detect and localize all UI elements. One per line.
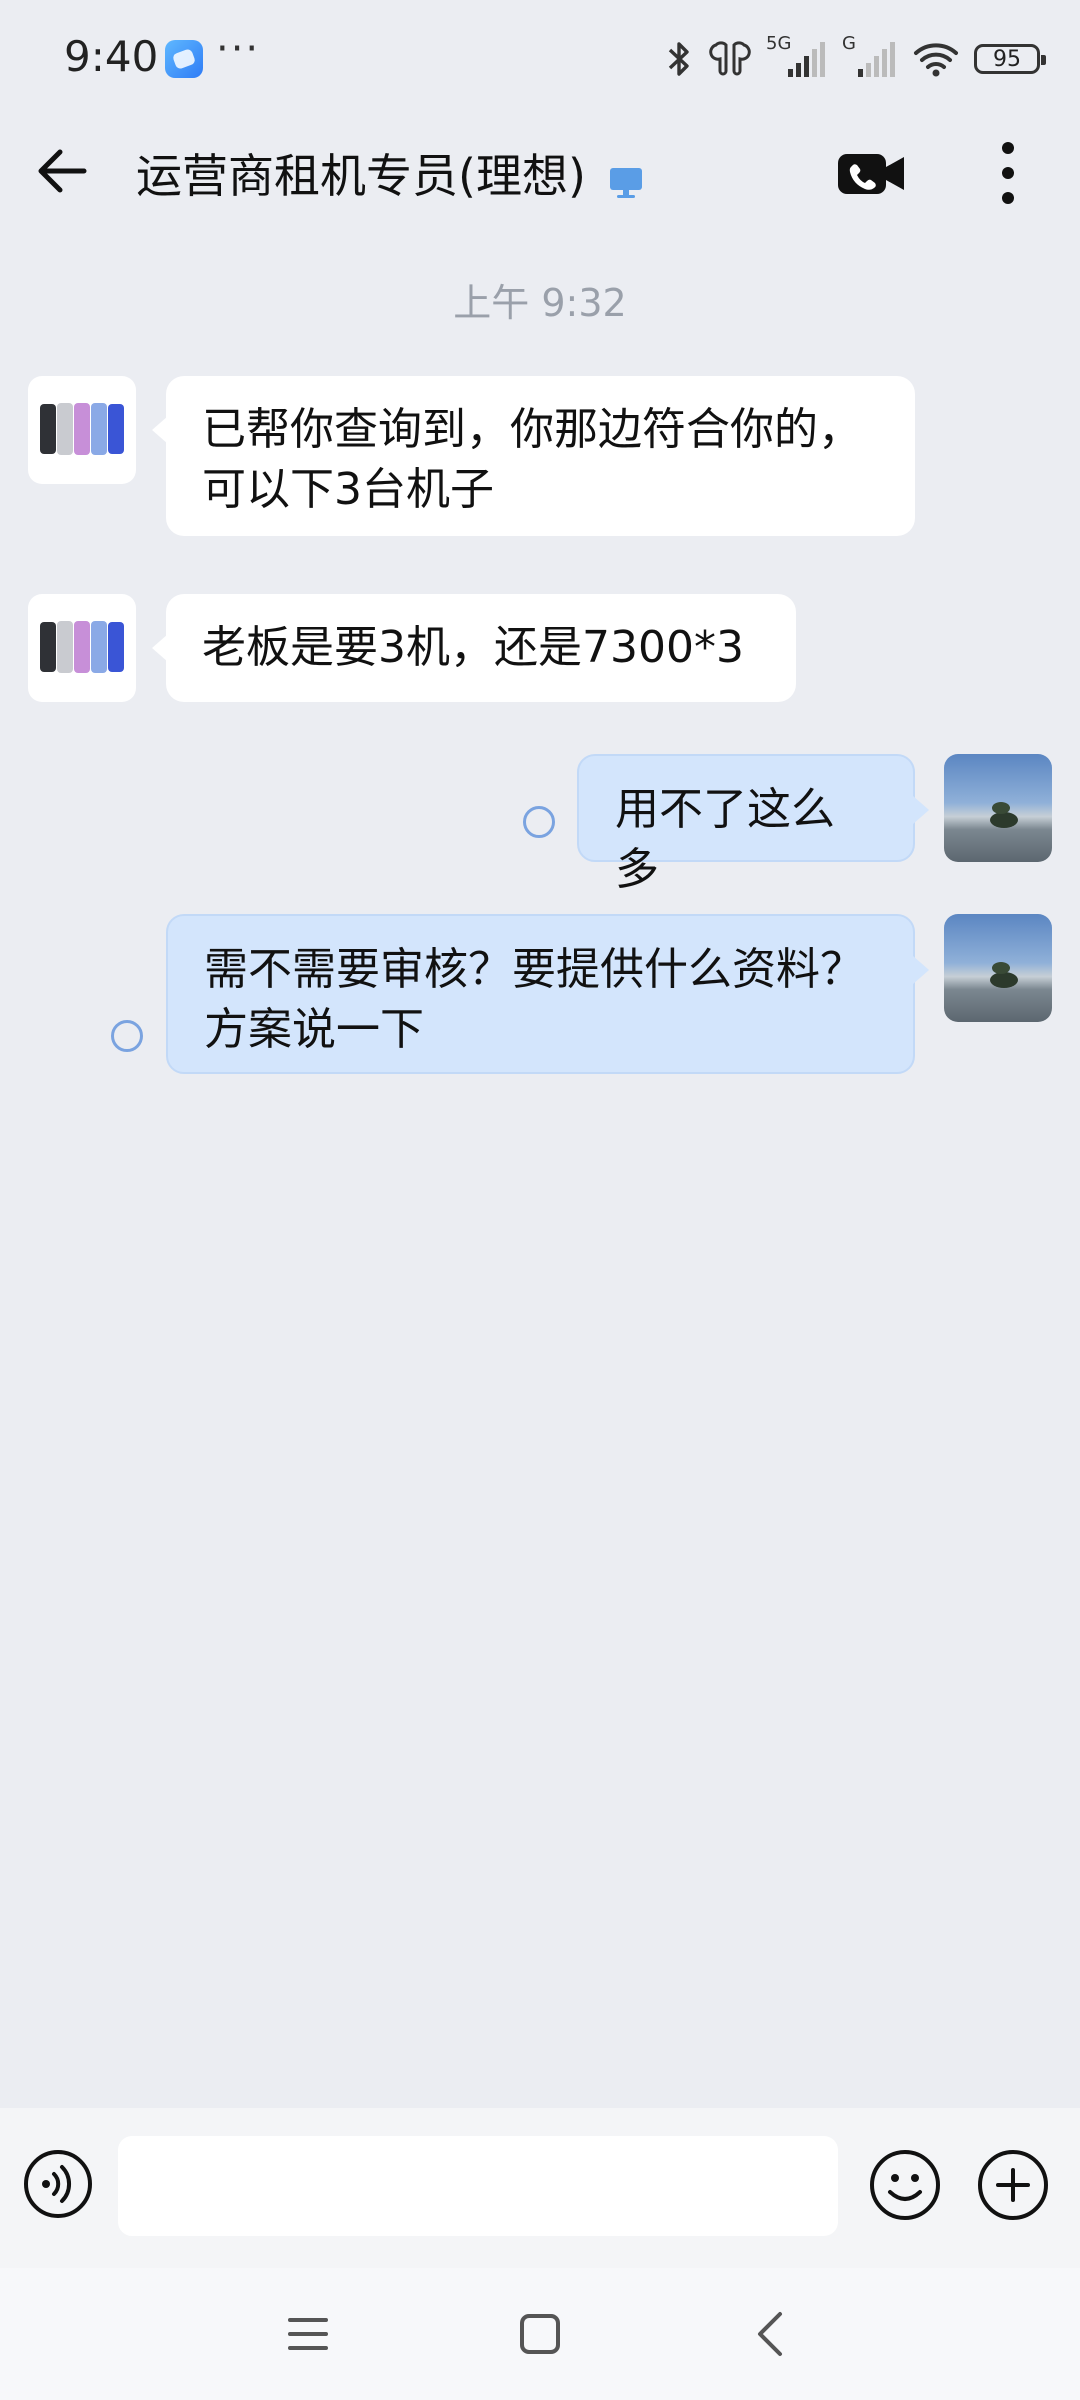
message-text: 需不需要审核？要提供什么资料？方案说一下 [204,944,864,1055]
signal-g: G [842,33,898,81]
status-bar: 9:40 ··· 5G G 95 [0,0,1080,118]
scenery-avatar-image [990,802,1018,828]
home-icon[interactable] [518,2310,562,2358]
bluetooth-icon [668,42,689,76]
message-bubble-incoming[interactable]: 老板是要3机，还是7300*3 [152,594,796,702]
bubble-tail [152,634,168,662]
wifi-icon [914,43,958,77]
chat-header: 运营商租机专员(理想) [0,118,1080,224]
battery-icon: 95 [974,44,1046,74]
message-bubble-outgoing[interactable]: 用不了这么多 [577,754,929,895]
emoji-icon[interactable] [868,2148,942,2222]
video-call-icon[interactable] [836,140,908,206]
more-vertical-icon[interactable] [976,136,1040,210]
signal-5g: 5G [766,33,828,81]
chat-timestamp: 上午 9:32 [453,281,627,325]
contact-avatar[interactable] [28,376,136,484]
scenery-avatar-image [990,962,1018,988]
bubble-tail [152,416,168,444]
bubble-tail [913,796,929,824]
computer-icon [610,168,642,198]
plus-icon[interactable] [976,2148,1050,2222]
system-nav-bar [0,2268,1080,2400]
signal-icon [788,42,825,77]
phones-avatar-image [40,621,124,673]
my-avatar[interactable] [944,754,1052,862]
status-time: 9:40 [64,32,159,81]
signal-icon-2 [858,42,895,77]
back-arrow-icon[interactable] [28,136,98,206]
phones-avatar-image [40,403,124,455]
battery-level: 95 [993,46,1021,72]
my-avatar[interactable] [944,914,1052,1022]
message-text: 老板是要3机，还是7300*3 [202,622,744,673]
more-notifications-icon: ··· [216,26,261,72]
message-input[interactable] [118,2136,838,2236]
message-text: 用不了这么多 [615,784,835,895]
app-icon [165,40,203,78]
status-icons: 5G G 95 [664,33,1046,84]
message-bubble-outgoing[interactable]: 需不需要审核？要提供什么资料？方案说一下 [166,914,929,1074]
input-bar [0,2108,1080,2268]
message-text: 已帮你查询到，你那边符合你的，可以下3台机子 [202,404,862,515]
voice-icon[interactable] [22,2148,94,2220]
chat-title: 运营商租机专员(理想) [136,149,586,203]
back-icon[interactable] [752,2308,788,2360]
bubble-tail [913,956,929,984]
message-bubble-incoming[interactable]: 已帮你查询到，你那边符合你的，可以下3台机子 [152,376,915,536]
read-status-indicator [523,806,555,838]
earbuds-icon [709,41,751,76]
menu-icon[interactable] [286,2310,330,2358]
contact-avatar[interactable] [28,594,136,702]
read-status-indicator [111,1020,143,1052]
